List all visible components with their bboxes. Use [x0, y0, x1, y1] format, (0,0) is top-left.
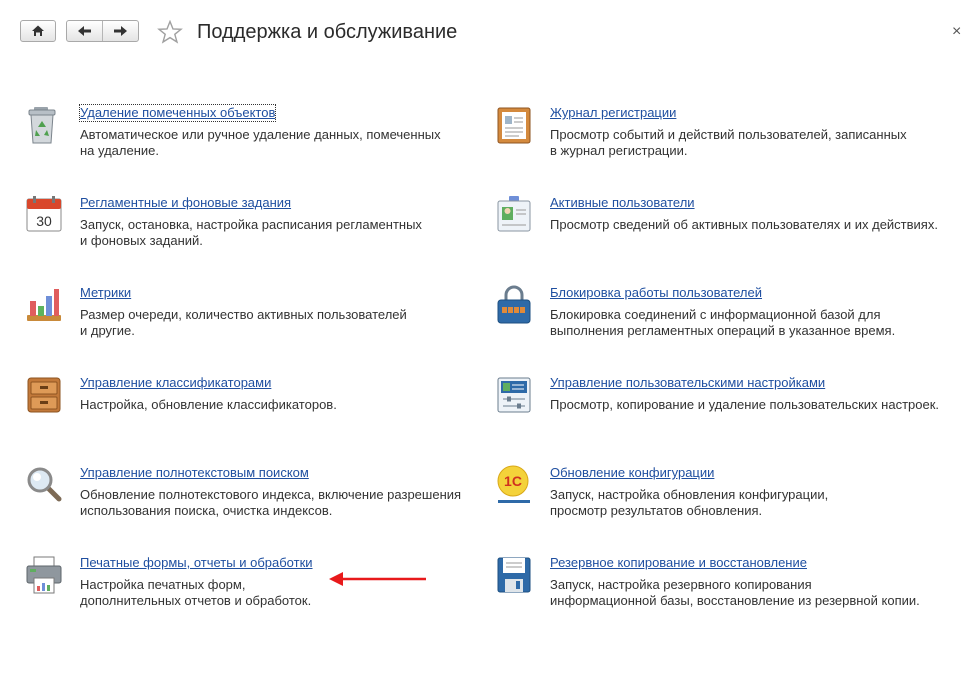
forward-button[interactable]	[103, 21, 138, 41]
toolbar: Поддержка и обслуживание ×	[0, 0, 980, 64]
description-user-settings: Просмотр, копирование и удаление пользов…	[550, 397, 940, 412]
bar-chart-icon	[27, 289, 61, 321]
calendar-day: 30	[36, 213, 52, 229]
calendar-icon: 30	[26, 196, 62, 232]
registration-log-icon	[497, 107, 531, 144]
user-settings-icon	[497, 377, 531, 413]
description-user-lock: Блокировка соединений с информационной б…	[550, 307, 896, 338]
link-print-forms[interactable]: Печатные формы, отчеты и обработки	[80, 555, 313, 571]
back-button[interactable]	[67, 21, 102, 41]
favorite-star-icon[interactable]	[157, 20, 183, 44]
description-registration-log: Просмотр событий и действий пользователе…	[550, 127, 907, 158]
navigation-group	[66, 20, 139, 42]
annotation-arrow	[329, 572, 426, 586]
description-config-update: Запуск, настройка обновления конфигураци…	[550, 487, 829, 518]
description-backup: Запуск, настройка резервного копирования…	[550, 577, 920, 608]
description-metrics: Размер очереди, количество активных поль…	[80, 307, 407, 338]
file-cabinet-icon	[27, 377, 61, 413]
description-active-users: Просмотр сведений об активных пользовате…	[550, 217, 938, 232]
link-classifiers[interactable]: Управление классификаторами	[80, 375, 271, 391]
1c-logo-text: 1С	[504, 473, 522, 489]
close-button[interactable]: ×	[952, 23, 961, 41]
link-registration-log[interactable]: Журнал регистрации	[550, 105, 676, 121]
link-deletion[interactable]: Удаление помеченных объектов	[78, 104, 277, 122]
recycle-bin-icon	[28, 107, 56, 144]
link-config-update[interactable]: Обновление конфигурации	[550, 465, 714, 481]
home-icon	[32, 25, 44, 36]
description-scheduled-jobs: Запуск, остановка, настройка расписания …	[80, 217, 422, 248]
lock-icon	[497, 285, 531, 324]
arrow-left-icon	[78, 26, 91, 36]
link-metrics[interactable]: Метрики	[80, 285, 131, 301]
1c-update-icon: 1С	[497, 465, 530, 503]
link-user-lock[interactable]: Блокировка работы пользователей	[550, 285, 762, 301]
magnifier-icon	[27, 467, 62, 502]
home-button[interactable]	[20, 20, 56, 42]
floppy-disk-icon	[497, 557, 531, 593]
printer-icon	[26, 556, 62, 594]
link-fulltext-search[interactable]: Управление полнотекстовым поиском	[80, 465, 309, 481]
link-active-users[interactable]: Активные пользователи	[550, 195, 695, 211]
active-users-icon	[497, 196, 531, 232]
link-scheduled-jobs[interactable]: Регламентные и фоновые задания	[80, 195, 291, 211]
link-user-settings[interactable]: Управление пользовательскими настройками	[550, 375, 825, 391]
arrow-right-icon	[114, 26, 127, 36]
page-title: Поддержка и обслуживание	[197, 21, 458, 43]
description-fulltext-search: Обновление полнотекстового индекса, вклю…	[80, 487, 462, 518]
description-classifiers: Настройка, обновление классификаторов.	[80, 397, 337, 412]
link-backup[interactable]: Резервное копирование и восстановление	[550, 555, 807, 571]
description-deletion: Автоматическое или ручное удаление данны…	[80, 127, 441, 158]
